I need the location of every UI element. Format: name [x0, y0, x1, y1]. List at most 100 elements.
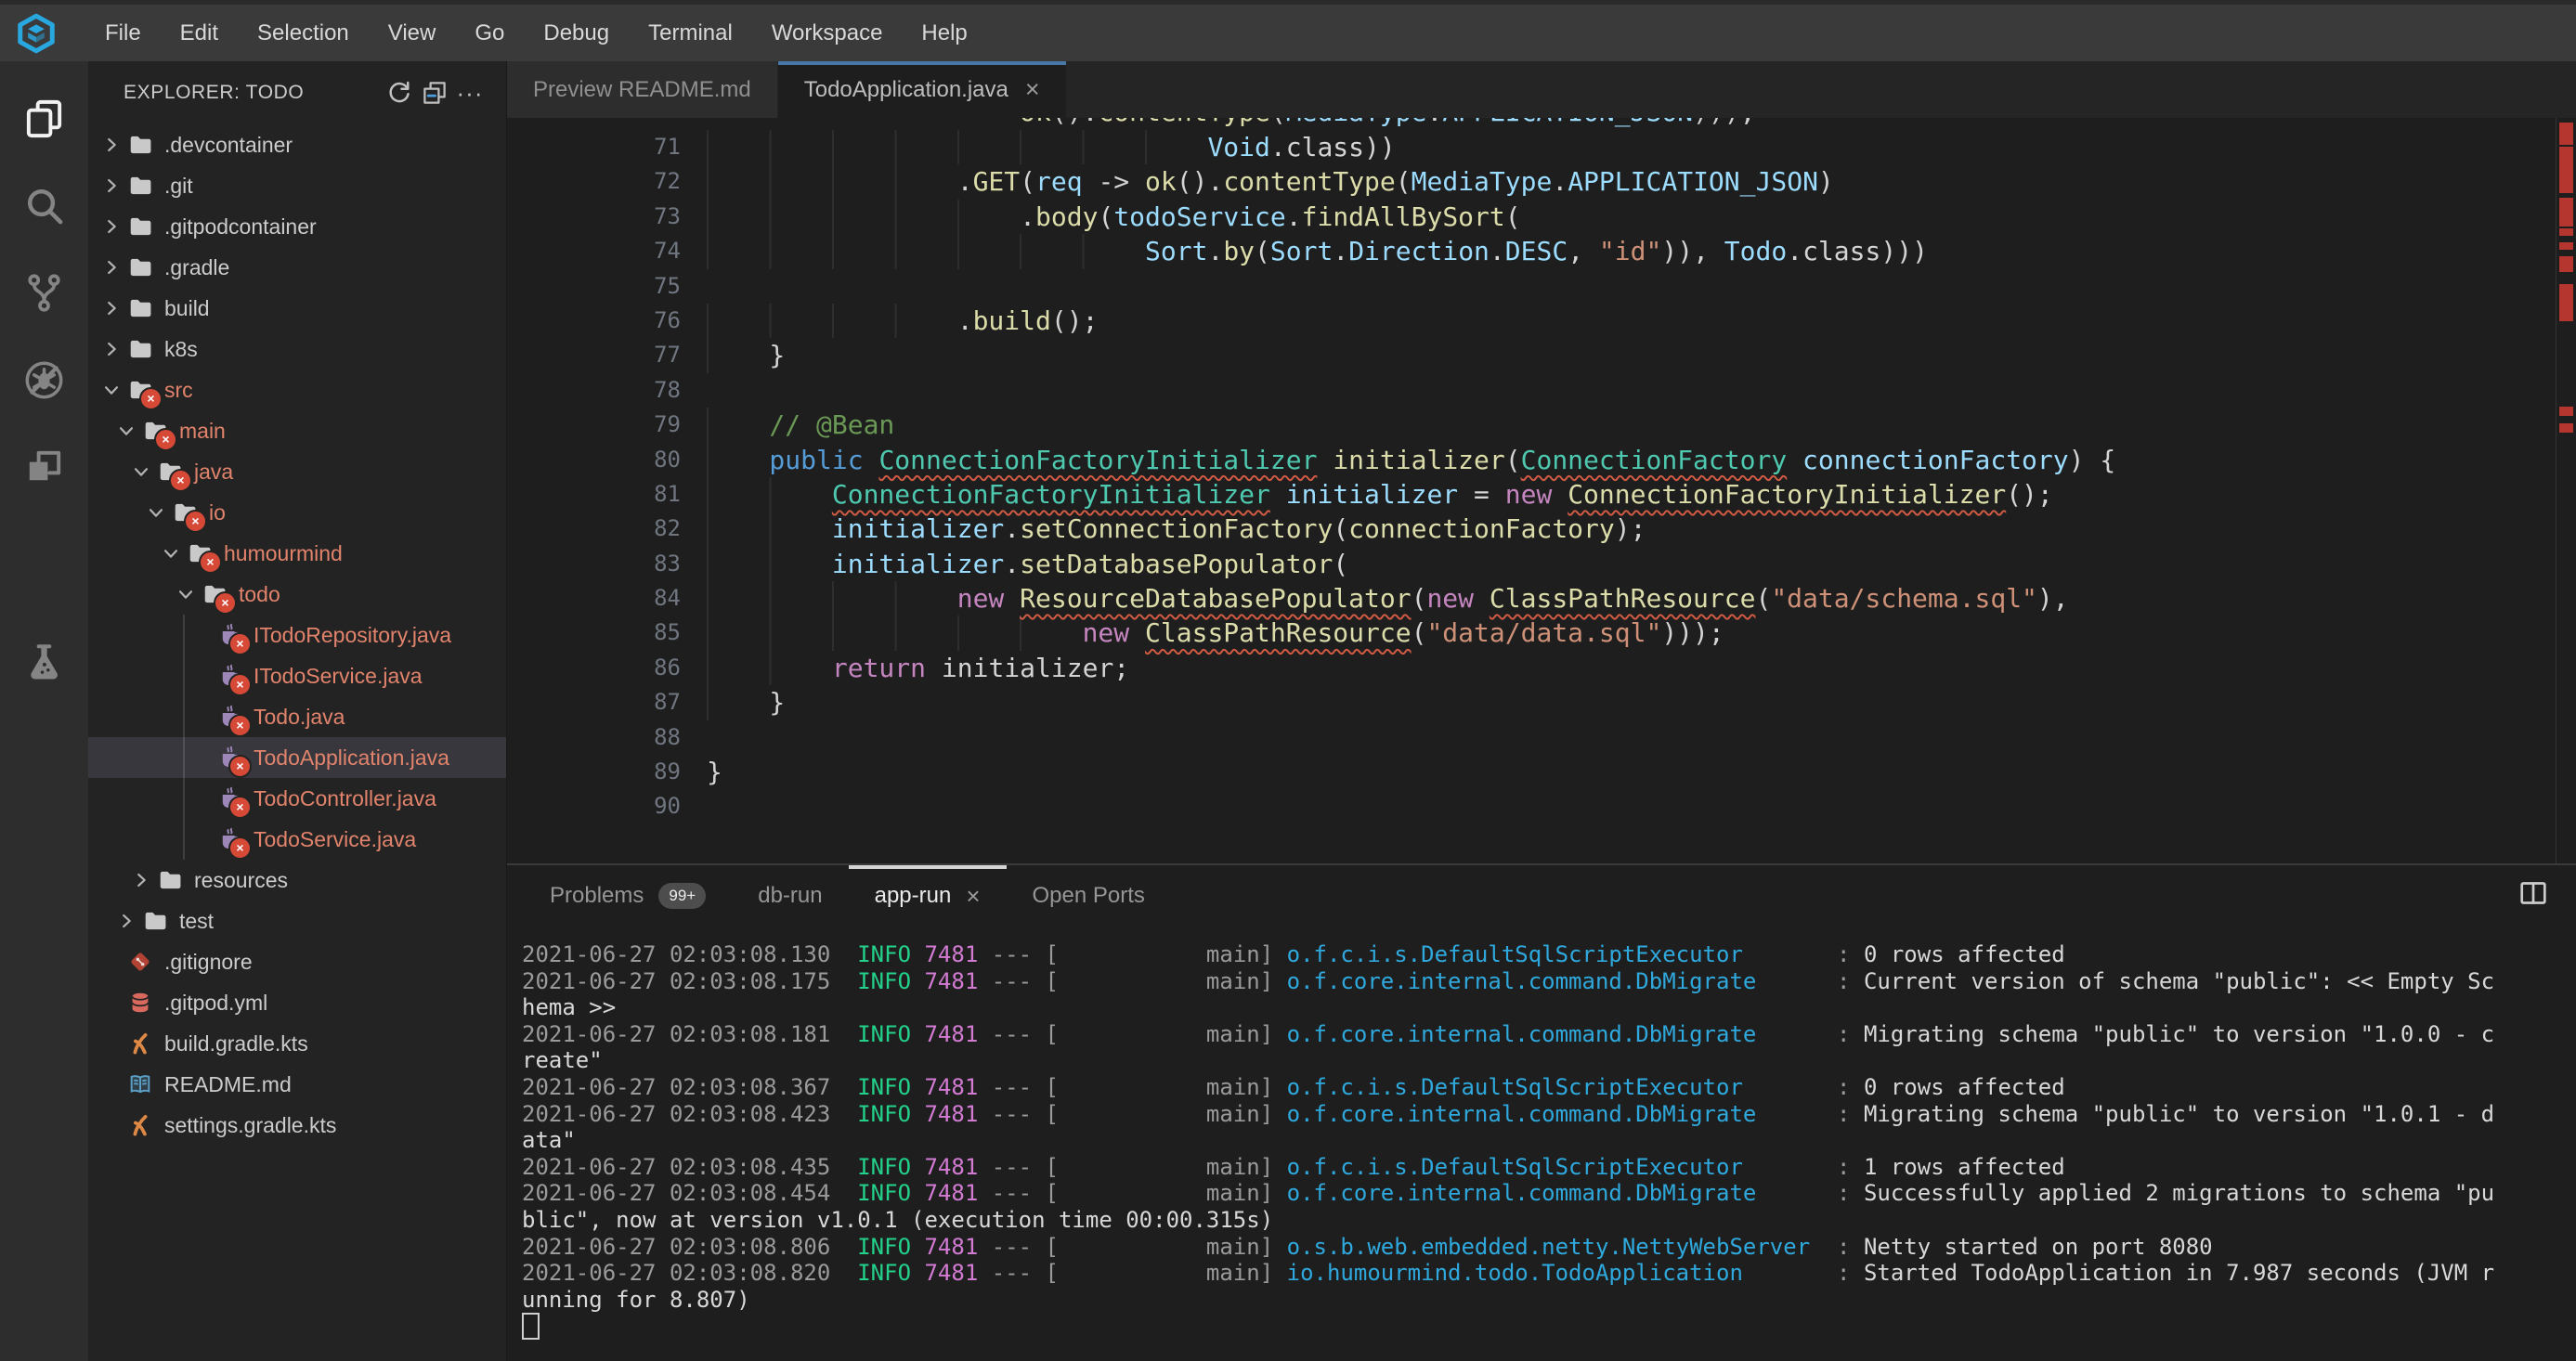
terminal-line: 2021-06-27 02:03:08.454 INFO 7481 --- [ … [522, 1180, 2576, 1207]
activity-debug[interactable] [0, 336, 88, 423]
tree-item-todoservice-java[interactable]: ×TodoService.java [88, 819, 506, 860]
tree-item-build-gradle-kts[interactable]: build.gradle.kts [88, 1023, 506, 1064]
menu-item-terminal[interactable]: Terminal [629, 6, 752, 61]
tree-item-itodorepository-java[interactable]: ×ITodoRepository.java [88, 615, 506, 655]
code-line-87: 87 } [507, 685, 2576, 719]
terminal-output[interactable]: 2021-06-27 02:03:08.130 INFO 7481 --- [ … [507, 927, 2576, 1361]
code-line-84: 84 new ResourceDatabasePopulator(new Cla… [507, 581, 2576, 616]
terminal-segment: o.f.c.i.s.DefaultSqlScriptExecutor [1287, 941, 1743, 967]
tree-item-gradle[interactable]: .gradle [88, 247, 506, 288]
tree-item-humourmind[interactable]: ×humourmind [88, 533, 506, 574]
menu-item-selection[interactable]: Selection [238, 6, 369, 61]
token: initializer [1286, 479, 1458, 510]
activity-extensions[interactable] [0, 423, 88, 511]
chevron-spacer [98, 948, 125, 976]
terminal-segment: 2021-06-27 02:03:08.423 [522, 1101, 857, 1127]
token: ( [1255, 236, 1270, 266]
tree-item-settings-gradle-kts[interactable]: settings.gradle.kts [88, 1105, 506, 1146]
tab-todoapplication-java[interactable]: TodoApplication.java× [778, 61, 1067, 118]
overview-ruler[interactable] [2556, 118, 2576, 863]
tree-item-io[interactable]: ×io [88, 492, 506, 533]
tree-item-gitpod-yml[interactable]: .gitpod.yml [88, 982, 506, 1023]
gitpod-logo-icon[interactable] [13, 10, 59, 57]
token [1552, 479, 1568, 510]
tree-item-readme-md[interactable]: README.md [88, 1064, 506, 1105]
token [707, 617, 1083, 648]
tree-item-resources[interactable]: resources [88, 860, 506, 901]
tree-item-itodoservice-java[interactable]: ×ITodoService.java [88, 655, 506, 696]
tree-item-gitpodcontainer[interactable]: .gitpodcontainer [88, 206, 506, 247]
code-text: } [697, 755, 722, 789]
code-line-79: 79 // @Bean [507, 408, 2576, 442]
tree-item-label: .gitignore [164, 950, 253, 975]
menu-item-view[interactable]: View [369, 6, 456, 61]
tree-item-todocontroller-java[interactable]: ×TodoController.java [88, 778, 506, 819]
folder-icon [157, 867, 183, 893]
menu-item-edit[interactable]: Edit [161, 6, 238, 61]
menu-item-debug[interactable]: Debug [524, 6, 629, 61]
line-number: 78 [507, 373, 697, 408]
code-editor[interactable]: ok().contentType(MediaType.APPLICATION_J… [507, 118, 2576, 863]
token: ( [1505, 445, 1521, 475]
token: build [973, 305, 1051, 336]
menu-item-workspace[interactable]: Workspace [752, 6, 903, 61]
tree-item-test[interactable]: test [88, 901, 506, 941]
tree-item-src[interactable]: ×src [88, 369, 506, 410]
refresh-icon[interactable] [382, 77, 417, 109]
token: APPLICATION_JSON [1442, 118, 1693, 127]
tree-item-devcontainer[interactable]: .devcontainer [88, 124, 506, 165]
token: . [1333, 236, 1348, 266]
terminal-segment: : [1743, 1260, 1864, 1286]
chevron-spacer [187, 744, 215, 771]
tree-item-k8s[interactable]: k8s [88, 329, 506, 369]
activity-explorer[interactable] [0, 74, 88, 162]
line-number: 86 [507, 651, 697, 685]
terminal-cursor-line [522, 1313, 2576, 1340]
tree-item-main[interactable]: ×main [88, 410, 506, 451]
error-badge: × [228, 632, 252, 655]
chevron-right-icon [98, 253, 125, 281]
token: -> [1083, 166, 1145, 197]
code-text: } [697, 338, 785, 372]
token: ConnectionFactoryInitializer [1568, 479, 2006, 510]
panel-tab-problems[interactable]: Problems99+ [524, 865, 732, 927]
panel-tab-open-ports[interactable]: Open Ports [1007, 865, 1171, 927]
activity-search[interactable] [0, 162, 88, 249]
activity-test[interactable] [0, 618, 88, 706]
tree-item-todoapplication-java[interactable]: ×TodoApplication.java [88, 737, 506, 778]
collapse-all-icon[interactable] [417, 77, 452, 109]
tree-item-gitignore[interactable]: .gitignore [88, 941, 506, 982]
tab-preview-readme-md[interactable]: Preview README.md [507, 61, 778, 118]
tree-item-todo[interactable]: ×todo [88, 574, 506, 615]
split-panel-icon[interactable] [2517, 876, 2550, 914]
chevron-right-icon [127, 866, 155, 894]
menu-item-go[interactable]: Go [455, 6, 524, 61]
token [707, 118, 1020, 127]
activity-source-control[interactable] [0, 249, 88, 336]
tree-item-build[interactable]: build [88, 288, 506, 329]
token: req [1035, 166, 1083, 197]
close-icon[interactable]: × [1025, 77, 1040, 102]
token [1129, 617, 1145, 648]
menu-item-file[interactable]: File [85, 6, 161, 61]
file-tree: .devcontainer.git.gitpodcontainer.gradle… [88, 124, 506, 1146]
panel-tab-db-run[interactable]: db-run [732, 865, 848, 927]
token: (); [2006, 479, 2053, 510]
java-icon: × [216, 704, 242, 730]
token: ( [1333, 513, 1348, 544]
panel-tab-app-run[interactable]: app-run× [849, 865, 1007, 927]
code-text: .body(todoService.findAllBySort( [697, 200, 1521, 234]
terminal-segment: o.f.core.internal.command.DbMigrate [1287, 1180, 1757, 1206]
panel-tab-label: db-run [758, 883, 822, 909]
tree-item-git[interactable]: .git [88, 165, 506, 206]
menu-item-help[interactable]: Help [902, 6, 986, 61]
tree-item-label: ITodoRepository.java [254, 623, 451, 648]
tree-item-todo-java[interactable]: ×Todo.java [88, 696, 506, 737]
chevron-down-icon [98, 376, 125, 404]
code-line-73: 73 .body(todoService.findAllBySort( [507, 200, 2576, 234]
token: contentType [1098, 118, 1269, 127]
more-icon[interactable]: ··· [452, 77, 488, 109]
terminal-segment: o.f.core.internal.command.DbMigrate [1287, 968, 1757, 994]
close-icon[interactable]: × [966, 882, 980, 911]
tree-item-java[interactable]: ×java [88, 451, 506, 492]
